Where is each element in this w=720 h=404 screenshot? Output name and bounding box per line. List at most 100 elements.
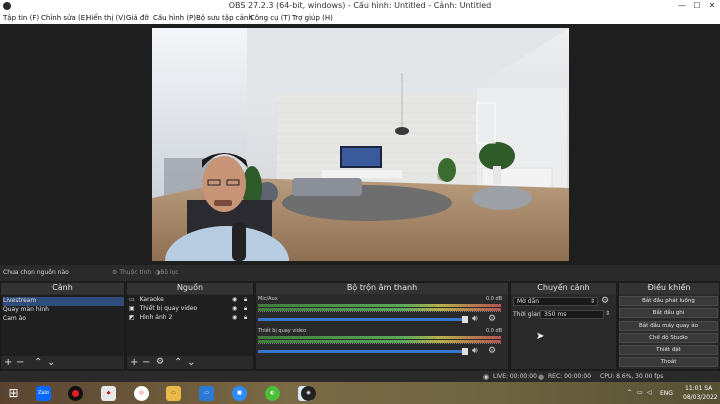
obs-status-bar: ◉ LIVE: 00:00:00 ● REC: 00:00:00 CPU: 8.… (0, 371, 720, 382)
source-label: Thiết bị quay video (139, 305, 198, 312)
language-indicator[interactable]: ENG (660, 390, 673, 397)
source-label: Karaoke (139, 296, 164, 303)
record-icon[interactable] (68, 386, 83, 401)
volume-icon[interactable]: ◁ (647, 389, 652, 396)
speaker-icon[interactable]: 🔊︎ (472, 314, 478, 324)
audio-mixer-title: Bộ trộn âm thanh (256, 283, 508, 294)
minimize-button[interactable]: — (675, 0, 689, 12)
camera-icon: ▣ (129, 305, 135, 312)
settings-button[interactable]: Thiết đặt (619, 345, 718, 355)
track-gear-icon[interactable]: ⚙ (488, 346, 496, 356)
scenes-toolbar: + − ⌃ ⌄ (1, 356, 124, 369)
clock-date[interactable]: 08/03/2022 (683, 394, 718, 401)
cpu-fps-readout: CPU: 8.6%, 30.00 fps (600, 373, 664, 380)
transition-gear-icon[interactable]: ⚙ (601, 296, 609, 306)
mixer-volume-slider[interactable] (258, 350, 466, 353)
duration-input[interactable]: 350 ms (540, 310, 604, 319)
visibility-eye-icon[interactable]: ◉ (232, 296, 237, 303)
lock-icon[interactable]: 🔒︎ (244, 314, 247, 322)
source-item-video-capture[interactable]: ▣ Thiết bị quay video ◉ 🔒︎ (129, 305, 253, 314)
sources-dock: Nguồn ▭ Karaoke ◉ 🔒︎ ▣ Thiết bị quay vid… (126, 282, 254, 370)
mixer-level-meter (258, 304, 501, 307)
remove-scene-button[interactable]: − (16, 357, 24, 368)
properties-label: Thuộc tính (119, 269, 152, 276)
window-titlebar: OBS 27.2.3 (64-bit, windows) - Cấu hình:… (0, 0, 720, 12)
rec-timer: REC: 00:00:00 (548, 373, 592, 380)
audio-mixer-dock: Bộ trộn âm thanh (255, 282, 509, 370)
chrome-icon[interactable]: ◎ (134, 386, 149, 401)
visibility-eye-icon[interactable]: ◉ (232, 305, 237, 312)
start-streaming-button[interactable]: Bắt đầu phát luồng (619, 296, 718, 306)
scene-item-virtual-cam[interactable]: Cam ảo (3, 315, 124, 324)
scenes-dock: Cảnh Livestream Quay màn hình Cam ảo + −… (0, 282, 125, 370)
sources-list: ▭ Karaoke ◉ 🔒︎ ▣ Thiết bị quay video ◉ 🔒… (127, 295, 253, 357)
scene-item-screen-record[interactable]: Quay màn hình (3, 306, 124, 315)
mixer-track-db: 0.0 dB (486, 328, 503, 334)
live-indicator-icon: ◉ (483, 373, 490, 381)
speaker-icon[interactable]: 🔊︎ (472, 346, 478, 356)
monitor-icon[interactable]: ▭ (199, 386, 214, 401)
network-icon[interactable]: ▭ (637, 389, 643, 396)
tray-chevron-icon[interactable]: ⌃ (627, 389, 632, 396)
menu-scene-collection[interactable]: Bộ sưu tập cảnh (196, 14, 253, 22)
visibility-eye-icon[interactable]: ◉ (232, 314, 237, 321)
start-virtual-camera-button[interactable]: Bắt đầu máy quay ảo (619, 321, 718, 331)
lock-icon[interactable]: 🔒︎ (244, 305, 247, 313)
filters-button[interactable]: ◑Bộ lọc (155, 269, 179, 276)
source-item-image-2[interactable]: ◩ Hình ảnh 2 ◉ 🔒︎ (129, 314, 253, 323)
mixer-volume-slider[interactable] (258, 318, 466, 321)
source-settings-gear-icon[interactable]: ⚙ (156, 357, 164, 368)
move-source-up-button[interactable]: ⌃ (174, 357, 182, 368)
select-arrows-icon: ⇕ (590, 298, 596, 305)
mixer-volume-knob[interactable] (462, 316, 468, 323)
preview-scene-image (152, 28, 569, 261)
track-gear-icon[interactable]: ⚙ (488, 314, 496, 324)
gear-icon: ⚙ (112, 269, 118, 276)
zalo-icon[interactable]: Zalo (36, 386, 51, 401)
windows-start-icon[interactable]: ⊞ (6, 386, 21, 401)
maximize-button[interactable]: ☐ (690, 0, 704, 12)
transition-type-select[interactable]: Mờ dần (513, 297, 598, 306)
exit-button[interactable]: Thoát (619, 357, 718, 367)
add-scene-button[interactable]: + (4, 357, 12, 368)
mixer-scale-ticks (258, 311, 501, 314)
menu-tools[interactable]: Công cụ (T) (250, 14, 291, 22)
duration-stepper-icon[interactable]: ⇕ (605, 310, 610, 317)
mixer-volume-knob[interactable] (462, 348, 468, 355)
move-scene-down-button[interactable]: ⌄ (47, 357, 55, 368)
close-button[interactable]: ✕ (705, 0, 719, 12)
obs-icon[interactable]: ◉ (301, 386, 316, 401)
controls-title: Điều khiển (619, 283, 719, 294)
app-green-icon[interactable]: ◐ (265, 386, 280, 401)
live-timer: LIVE: 00:00:00 (493, 373, 537, 380)
mixer-track-name: Thiết bị quay video (258, 328, 307, 334)
add-source-button[interactable]: + (130, 357, 138, 368)
clock-time[interactable]: 11:01 SA (685, 385, 712, 392)
menu-help[interactable]: Trợ giúp (H) (292, 14, 333, 22)
mixer-scale-ticks (258, 343, 501, 346)
lock-icon[interactable]: 🔒︎ (244, 296, 247, 304)
studio-mode-button[interactable]: Chế độ Studio (619, 333, 718, 343)
properties-button[interactable]: ⚙ Thuộc tính (112, 269, 151, 276)
source-context-bar: Chưa chọn nguồn nào ⚙ Thuộc tính ◑Bộ lọc (0, 265, 720, 281)
menu-view[interactable]: Hiển thị (V) (86, 14, 126, 22)
remove-source-button[interactable]: − (142, 357, 150, 368)
mixer-level-meter (258, 336, 501, 339)
sources-title: Nguồn (127, 283, 253, 294)
sources-toolbar: + − ⚙ ⌃ ⌄ (127, 356, 253, 369)
menu-file[interactable]: Tập tin (F) (3, 14, 39, 22)
image-icon: ◩ (129, 314, 135, 321)
menu-profile[interactable]: Cấu hình (P) (153, 14, 196, 22)
app-red-icon[interactable]: ◆ (101, 386, 116, 401)
move-source-down-button[interactable]: ⌄ (187, 357, 195, 368)
source-item-karaoke[interactable]: ▭ Karaoke ◉ 🔒︎ (129, 296, 253, 305)
scene-item-livestream[interactable]: Livestream (3, 297, 124, 306)
program-preview[interactable] (152, 28, 569, 261)
zoom-icon[interactable]: ■ (232, 386, 247, 401)
move-scene-up-button[interactable]: ⌃ (34, 357, 42, 368)
start-recording-button[interactable]: Bắt đầu ghi (619, 308, 718, 318)
mixer-track-name: Mic/Aux (258, 296, 278, 302)
menu-dock[interactable]: Giá đỡ (126, 14, 149, 22)
file-explorer-icon[interactable]: ▭ (166, 386, 181, 401)
menu-edit[interactable]: Chỉnh sửa (E) (41, 14, 88, 22)
